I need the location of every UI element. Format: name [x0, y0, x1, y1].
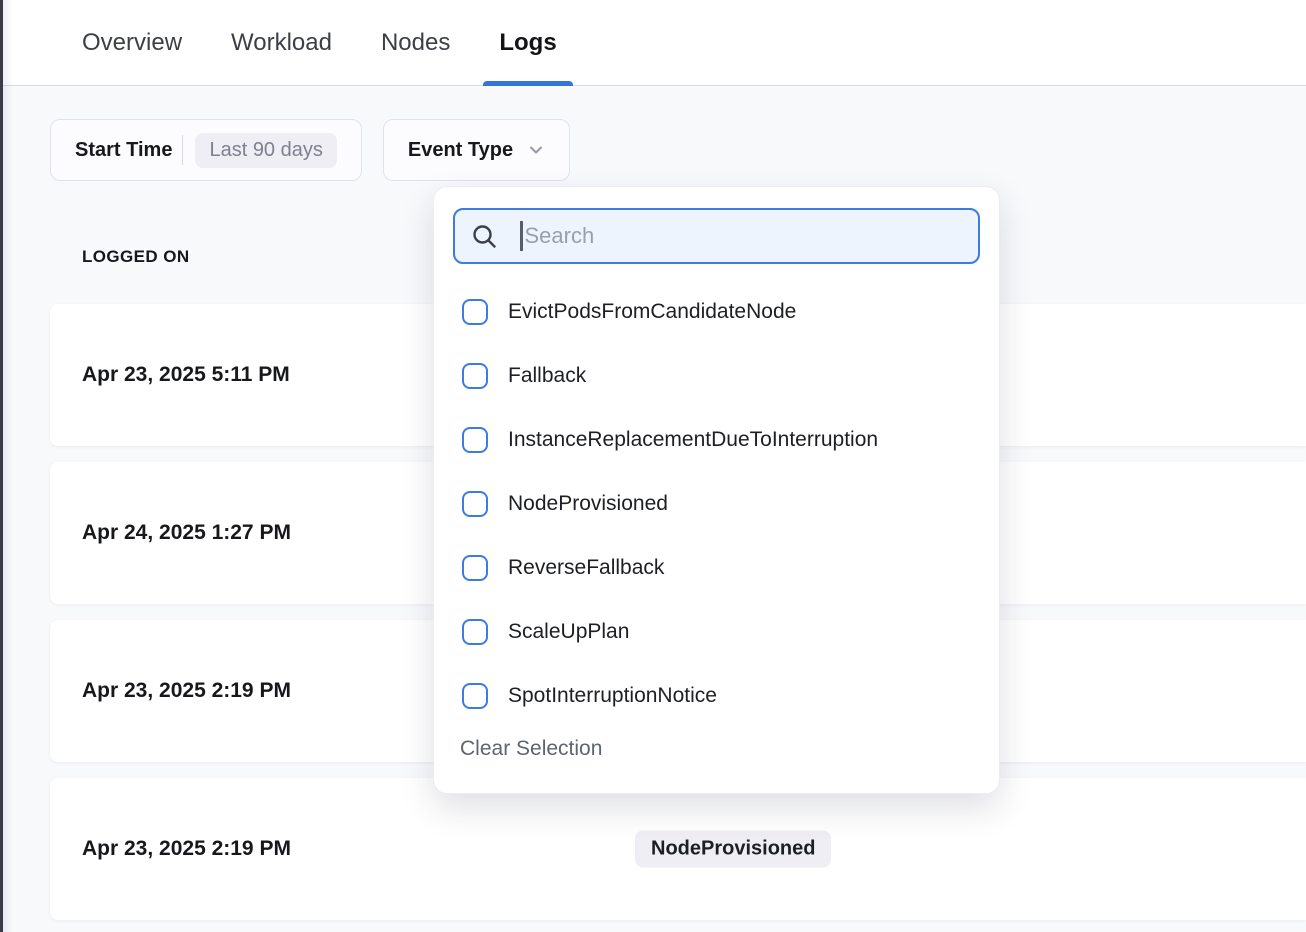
option-label: ScaleUpPlan [508, 620, 629, 644]
option-label: Fallback [508, 364, 586, 388]
option-label: SpotInterruptionNotice [508, 684, 717, 708]
panel-left-edge [0, 0, 3, 932]
option-scaleupplan[interactable]: ScaleUpPlan [434, 600, 999, 664]
chevron-down-icon [527, 141, 545, 159]
logged-on-value: Apr 24, 2025 1:27 PM [82, 521, 291, 545]
option-label: InstanceReplacementDueToInterruption [508, 428, 878, 452]
option-label: ReverseFallback [508, 556, 664, 580]
tab-overview-label: Overview [82, 29, 182, 57]
checkbox[interactable] [462, 555, 488, 581]
start-time-filter[interactable]: Start Time Last 90 days [50, 119, 362, 181]
logged-on-value: Apr 23, 2025 5:11 PM [82, 363, 290, 387]
event-type-options: EvictPodsFromCandidateNode Fallback Inst… [434, 280, 999, 728]
option-reversefallback[interactable]: ReverseFallback [434, 536, 999, 600]
filter-bar: Start Time Last 90 days Event Type [50, 119, 570, 181]
panel-edge-shadow [3, 0, 13, 932]
checkbox[interactable] [462, 683, 488, 709]
search-input[interactable]: Search [453, 208, 980, 264]
event-type-filter[interactable]: Event Type [383, 119, 570, 181]
option-evictpodsfromcandidatenode[interactable]: EvictPodsFromCandidateNode [434, 280, 999, 344]
tab-overview[interactable]: Overview [66, 0, 198, 85]
logged-on-value: Apr 23, 2025 2:19 PM [82, 679, 291, 703]
search-icon [471, 223, 498, 250]
active-tab-indicator [483, 81, 572, 86]
tab-nodes[interactable]: Nodes [365, 0, 466, 85]
tab-logs[interactable]: Logs [483, 0, 572, 85]
option-label: NodeProvisioned [508, 492, 668, 516]
option-spotinterruptionnotice[interactable]: SpotInterruptionNotice [434, 664, 999, 728]
option-instancereplacementduetointerruption[interactable]: InstanceReplacementDueToInterruption [434, 408, 999, 472]
logged-on-column-header: LOGGED ON [82, 247, 190, 267]
start-time-label: Start Time [75, 139, 172, 162]
checkbox[interactable] [462, 299, 488, 325]
checkbox[interactable] [462, 491, 488, 517]
tab-logs-label: Logs [499, 29, 556, 57]
option-nodeprovisioned[interactable]: NodeProvisioned [434, 472, 999, 536]
option-fallback[interactable]: Fallback [434, 344, 999, 408]
event-type-badge: NodeProvisioned [635, 831, 831, 868]
tab-nodes-label: Nodes [381, 29, 450, 57]
checkbox[interactable] [462, 427, 488, 453]
table-row[interactable]: Apr 23, 2025 2:19 PM NodeProvisioned [50, 778, 1306, 920]
text-caret [520, 221, 523, 251]
tab-bar: Overview Workload Nodes Logs [0, 0, 1306, 86]
tab-workload[interactable]: Workload [215, 0, 348, 85]
search-placeholder: Search [525, 223, 595, 249]
checkbox[interactable] [462, 619, 488, 645]
checkbox[interactable] [462, 363, 488, 389]
filter-divider [182, 135, 183, 165]
event-type-dropdown: Search EvictPodsFromCandidateNode Fallba… [433, 186, 1000, 794]
logged-on-value: Apr 23, 2025 2:19 PM [82, 837, 291, 861]
event-type-label: Event Type [408, 139, 513, 162]
clear-selection-button[interactable]: Clear Selection [460, 737, 602, 761]
tab-workload-label: Workload [231, 29, 332, 57]
option-label: EvictPodsFromCandidateNode [508, 300, 796, 324]
start-time-value: Last 90 days [195, 133, 336, 168]
